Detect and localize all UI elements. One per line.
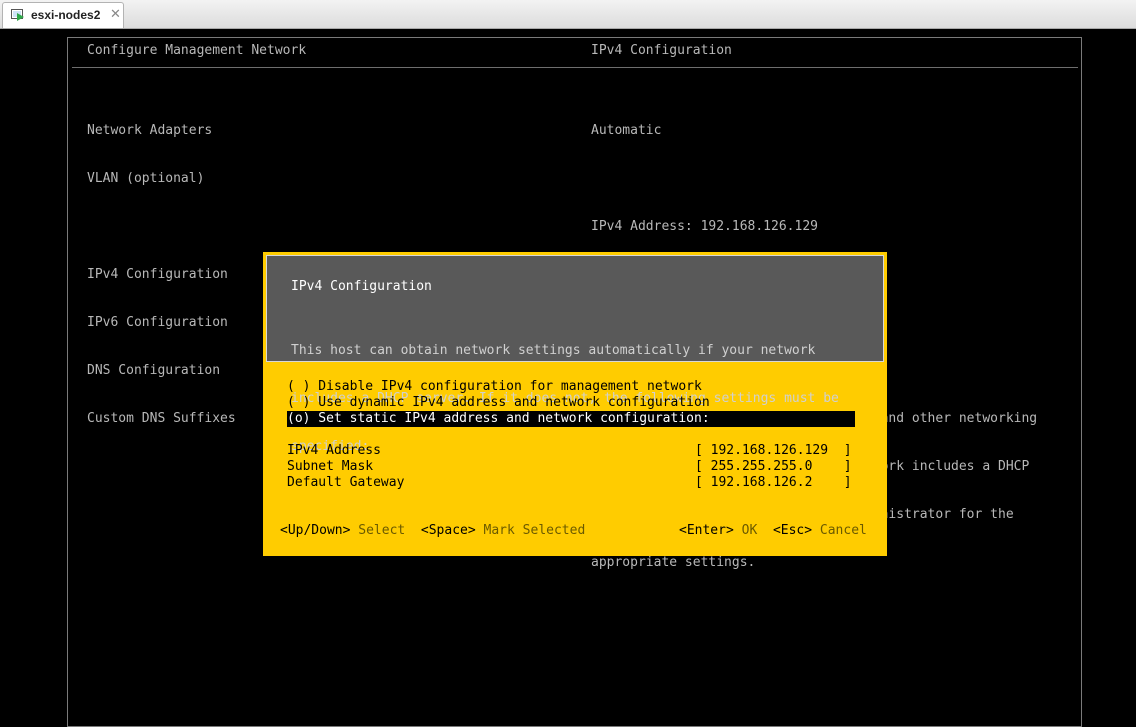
menu-item-dns-configuration[interactable]: DNS Configuration [87, 363, 236, 379]
menu-item-ipv4-configuration[interactable]: IPv4 Configuration [87, 267, 236, 283]
console-screen: Configure Management Network IPv4 Config… [0, 29, 1136, 727]
dialog-header: IPv4 Configuration This host can obtain … [266, 255, 884, 454]
menu-item-ipv6-configuration[interactable]: IPv6 Configuration [87, 315, 236, 331]
menu-item-network-adapters[interactable]: Network Adapters [87, 123, 236, 139]
mark-selected-action[interactable]: Mark Selected [484, 523, 586, 538]
enter-key: <Enter> [679, 523, 734, 538]
cancel-button[interactable]: Cancel [820, 523, 867, 538]
ipv4-mode: Automatic [591, 123, 662, 138]
option-static-ipv4[interactable]: (o) Set static IPv4 address and network … [287, 411, 855, 427]
key-hints-right: <Enter> OK <Esc> Cancel [679, 523, 867, 539]
space-key: <Space> [420, 523, 476, 538]
default-gateway-field[interactable]: [ 192.168.126.2 ] [695, 475, 852, 491]
config-menu: Network Adapters VLAN (optional) IPv4 Co… [87, 91, 236, 459]
updown-key: <Up/Down> [280, 523, 351, 538]
dialog-description-line: This host can obtain network settings au… [291, 343, 816, 358]
ipv4-config-dialog: IPv4 Configuration This host can obtain … [263, 252, 887, 556]
option-dynamic-ipv4[interactable]: ( ) Use dynamic IPv4 address and network… [287, 395, 710, 411]
menu-item-custom-dns-suffixes[interactable]: Custom DNS Suffixes [87, 411, 236, 427]
current-ipv4-address: IPv4 Address: 192.168.126.129 [591, 219, 818, 234]
detail-description-line: appropriate settings. [591, 555, 756, 570]
tab-label: esxi-nodes2 [31, 8, 101, 22]
select-action[interactable]: Select [358, 523, 405, 538]
window-tab-bar: esxi-nodes2 ✕ [0, 0, 1136, 29]
option-disable-ipv4[interactable]: ( ) Disable IPv4 configuration for manag… [287, 379, 702, 395]
key-hints-left: <Up/Down> Select <Space> Mark Selected [280, 523, 585, 539]
page-title: Configure Management Network [87, 43, 307, 58]
menu-spacer [87, 219, 236, 235]
ipv4-address-field[interactable]: [ 192.168.126.129 ] [695, 443, 852, 459]
menu-item-vlan[interactable]: VLAN (optional) [87, 171, 236, 187]
esc-key: <Esc> [772, 523, 813, 538]
vm-console-icon [11, 9, 24, 21]
ok-button[interactable]: OK [742, 523, 758, 538]
subnet-mask-label: Subnet Mask [287, 459, 374, 474]
ipv4-address-label: IPv4 Address [287, 443, 381, 458]
subnet-mask-field[interactable]: [ 255.255.255.0 ] [695, 459, 852, 475]
tab-esxi-nodes2[interactable]: esxi-nodes2 ✕ [2, 2, 124, 28]
dialog-title: IPv4 Configuration [291, 279, 432, 294]
detail-title: IPv4 Configuration [591, 43, 732, 58]
default-gateway-label: Default Gateway [287, 475, 405, 490]
dialog-body: ( ) Disable IPv4 configuration for manag… [266, 362, 884, 553]
close-icon[interactable]: ✕ [110, 6, 121, 22]
header-divider [72, 67, 1078, 68]
